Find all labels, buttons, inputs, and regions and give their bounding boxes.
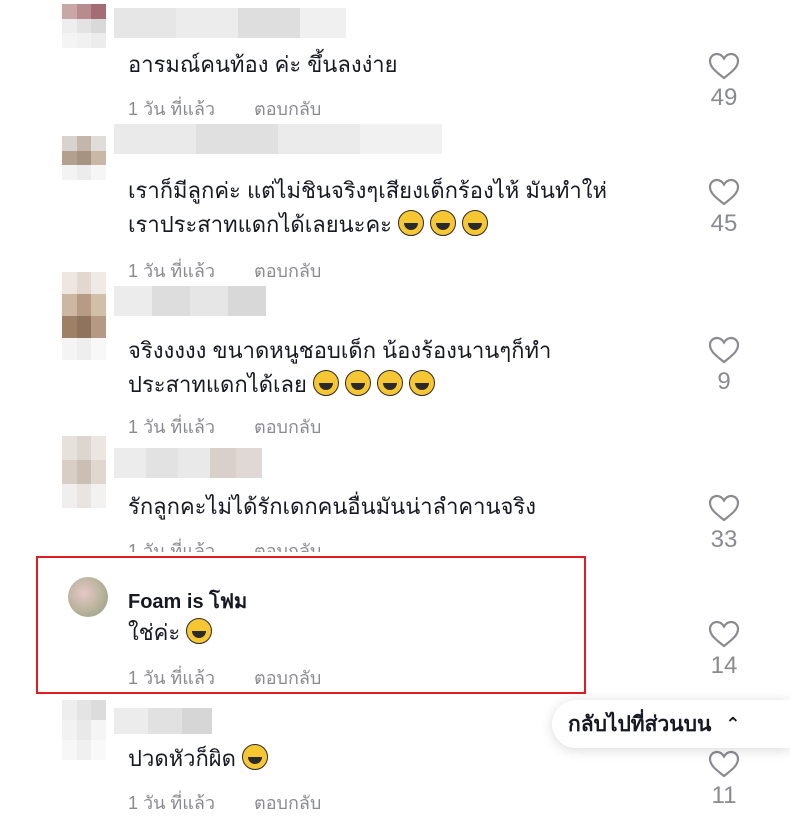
comment-text: ใช่ค่ะ bbox=[128, 616, 688, 650]
like-count: 49 bbox=[710, 84, 738, 111]
grin-emoji-icon bbox=[186, 618, 213, 644]
heart-icon bbox=[708, 750, 740, 778]
comment-time: 1 วัน ที่แล้ว bbox=[128, 417, 216, 437]
comment-meta: 1 วัน ที่แล้ว ตอบกลับ bbox=[128, 94, 321, 123]
username-blurred[interactable] bbox=[114, 448, 262, 478]
comment-text: อารมณ์คนท้อง ค่ะ ขึ้นลงง่าย bbox=[128, 52, 398, 77]
rofl-emoji-icon bbox=[312, 370, 339, 396]
avatar[interactable] bbox=[62, 436, 106, 508]
username-blurred[interactable] bbox=[114, 124, 442, 154]
heart-icon bbox=[708, 336, 740, 364]
avatar[interactable] bbox=[62, 272, 106, 360]
heart-icon bbox=[708, 178, 740, 206]
reply-button[interactable]: ตอบกลับ bbox=[254, 94, 321, 123]
reply-button[interactable]: ตอบกลับ bbox=[254, 412, 321, 441]
heart-icon bbox=[708, 52, 740, 80]
rofl-emoji-icon bbox=[462, 210, 488, 236]
laughing-emoji-icon bbox=[241, 744, 268, 770]
comment-text: เราก็มีลูกค่ะ แต่ไม่ชินจริงๆเสียงเด็กร้อ… bbox=[128, 178, 608, 237]
avatar[interactable] bbox=[62, 700, 106, 760]
comment-meta: 1 วัน ที่แล้ว ตอบกลับ bbox=[128, 663, 321, 692]
back-to-top-button[interactable]: กลับไปที่ส่วนบน ⌃ bbox=[552, 700, 790, 748]
like-count: 45 bbox=[710, 210, 738, 237]
heart-icon bbox=[708, 494, 740, 522]
like-count: 33 bbox=[710, 526, 738, 553]
like-button[interactable]: 9 bbox=[704, 336, 744, 396]
avatar[interactable] bbox=[62, 136, 106, 180]
like-button[interactable]: 45 bbox=[704, 178, 744, 238]
comment-time: 1 วัน ที่แล้ว bbox=[128, 793, 216, 813]
rofl-emoji-icon bbox=[430, 210, 456, 236]
avatar[interactable] bbox=[62, 4, 106, 48]
comment-text: จริงงงงง ขนาดหนูชอบเด็ก น้องร้องนานๆก็ทำ… bbox=[128, 338, 552, 397]
comment-time: 1 วัน ที่แล้ว bbox=[128, 668, 216, 688]
comment-meta: 1 วัน ที่แล้ว ตอบกลับ bbox=[128, 412, 321, 441]
like-button[interactable]: 49 bbox=[704, 52, 744, 112]
username-blurred[interactable] bbox=[114, 8, 346, 38]
like-count: 11 bbox=[711, 782, 737, 809]
heart-icon bbox=[708, 620, 740, 648]
back-to-top-label: กลับไปที่ส่วนบน bbox=[568, 712, 712, 736]
reply-button[interactable]: ตอบกลับ bbox=[254, 256, 321, 285]
avatar[interactable] bbox=[68, 577, 108, 617]
rofl-emoji-icon bbox=[344, 370, 371, 396]
username-blurred[interactable] bbox=[114, 286, 266, 316]
comment-time: 1 วัน ที่แล้ว bbox=[128, 261, 216, 281]
comment-author[interactable]: Foam is โฟม bbox=[128, 585, 247, 617]
double-chevron-up-icon: ⌃ bbox=[725, 713, 741, 734]
reply-button[interactable]: ตอบกลับ bbox=[254, 663, 321, 692]
comment-time: 1 วัน ที่แล้ว bbox=[128, 99, 216, 119]
rofl-emoji-icon bbox=[376, 370, 403, 396]
reply-button[interactable]: ตอบกลับ bbox=[254, 788, 321, 817]
comment-text: รักลูกคะไม่ได้รักเดกคนอื่นมันน่าลำคานจริ… bbox=[128, 494, 536, 519]
comment-meta: 1 วัน ที่แล้ว ตอบกลับ bbox=[128, 536, 321, 552]
comment-time: 1 วัน ที่แล้ว bbox=[128, 541, 216, 552]
rofl-emoji-icon bbox=[408, 370, 435, 396]
like-button[interactable]: 11 bbox=[704, 750, 744, 810]
comment-meta: 1 วัน ที่แล้ว ตอบกลับ bbox=[128, 788, 321, 817]
like-count: 9 bbox=[717, 368, 731, 395]
rofl-emoji-icon bbox=[398, 210, 424, 236]
reply-button[interactable]: ตอบกลับ bbox=[254, 536, 321, 552]
username-blurred[interactable] bbox=[114, 708, 212, 734]
like-button[interactable]: 33 bbox=[704, 494, 744, 554]
like-button[interactable]: 14 bbox=[704, 620, 744, 680]
like-count: 14 bbox=[710, 652, 738, 679]
comment-meta: 1 วัน ที่แล้ว ตอบกลับ bbox=[128, 256, 321, 285]
